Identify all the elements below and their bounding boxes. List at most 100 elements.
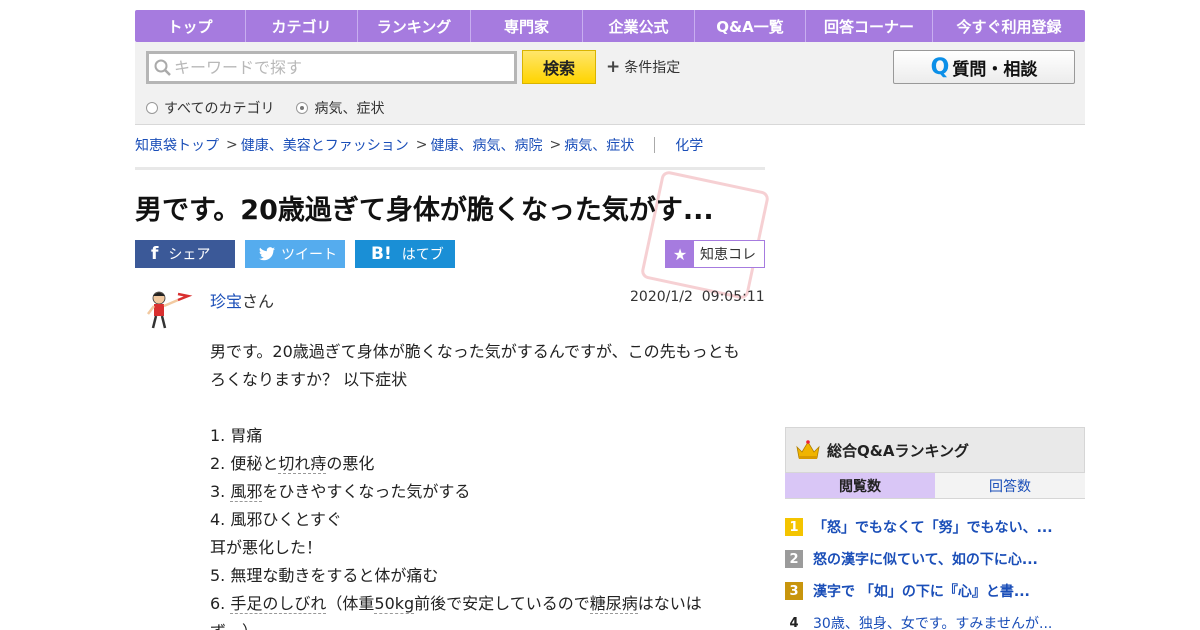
question-title: 男です。20歳過ぎて身体が脆くなった気がす... [135,195,714,226]
ranking-link[interactable]: 30歳、独身、女です。すみませんが... [813,613,1052,630]
body-line: 6. 手足のしびれ（体重50kg前後で安定しているので糖尿病はないは [210,590,755,618]
question-body: 男です。20歳過ぎて身体が脆くなった気がするんですが、この先もっとも ろくなりま… [210,338,755,630]
ranking-item: 2 怒の漢字に似ていて、如の下に心... [785,543,1085,575]
breadcrumb-separator: > [226,137,238,153]
body-text: 2. 便秘と [210,454,279,473]
breadcrumb-tag[interactable]: 化学 [675,135,703,155]
category-scope: すべてのカテゴリ 病気、症状 [146,98,406,118]
plus-icon: + [606,57,621,77]
nav-official[interactable]: 企業公式 [583,10,695,42]
condition-label: 条件指定 [624,60,681,76]
nav-experts[interactable]: 専門家 [471,10,583,42]
body-line: 男です。20歳過ぎて身体が脆くなった気がするんですが、この先もっとも [210,342,740,361]
tab-answers[interactable]: 回答数 [935,473,1085,498]
ask-question-label: 質問・相談 [952,59,1038,80]
question-author: 珍宝さん [210,288,274,312]
question-icon: Q [930,54,950,80]
search-box [146,51,517,84]
rank-badge: 1 [785,518,803,536]
search-button[interactable]: 検索 [522,50,596,84]
radio-label: 病気、症状 [314,101,385,117]
author-suffix: さん [242,292,275,311]
body-text: はないは [637,594,702,613]
search-area: 検索 + 条件指定 Q 質問・相談 すべてのカテゴリ 病気、症状 [135,42,1085,125]
body-text: 6. [210,594,231,613]
body-line: 耳が悪化した！ [210,538,323,557]
breadcrumb-divider [654,137,656,153]
ranking-title: 総合Q&Aランキング [827,441,969,460]
ranking-link[interactable]: 「怒」でもなくて「努」でもない、... [813,517,1053,537]
ranking-item: 1 「怒」でもなくて「努」でもない、... [785,511,1085,543]
ranking-list: 1 「怒」でもなくて「努」でもない、... 2 怒の漢字に似ていて、如の下に心.… [785,511,1085,630]
ask-question-button[interactable]: Q 質問・相談 [893,50,1075,84]
radio-current-category[interactable]: 病気、症状 [296,98,384,118]
body-text: をひきやすくなった気がする [262,482,471,501]
global-nav: トップ カテゴリ ランキング 専門家 企業公式 Q&A一覧 回答コーナー 今すぐ… [135,10,1085,42]
facebook-icon: f [151,244,159,264]
body-text: （体重 [326,594,375,613]
ranking-tabs: 閲覧数 回答数 [785,473,1085,499]
breadcrumb-separator: > [549,137,562,153]
ranking-item: 4 30歳、独身、女です。すみませんが... [785,607,1085,630]
breadcrumb-illness[interactable]: 病気、症状 [564,135,634,155]
tab-views[interactable]: 閲覧数 [785,473,935,498]
radio-icon [146,102,158,114]
author-link[interactable]: 珍宝 [210,292,242,311]
body-line: 4. 風邪ひくとすぐ [210,510,342,529]
search-icon [154,59,171,76]
facebook-share-label: シェア [168,247,211,263]
keyword-link[interactable]: 手足のしびれ [230,594,327,614]
breadcrumb: 知恵袋トップ > 健康、美容とファッション > 健康、病気、病院 > 病気、症状… [135,135,703,155]
ranking-link[interactable]: 怒の漢字に似ていて、如の下に心... [813,549,1038,569]
breadcrumb-top[interactable]: 知恵袋トップ [135,135,219,155]
ranking-item: 3 漢字で 「如」の下に『心』と書... [785,575,1085,607]
breadcrumb-health-hospital[interactable]: 健康、病気、病院 [430,135,542,155]
search-input[interactable] [174,58,494,77]
keyword-link[interactable]: 糖尿病 [589,594,638,614]
nav-top[interactable]: トップ [135,10,246,42]
nav-register[interactable]: 今すぐ利用登録 [933,10,1085,42]
body-line: 5. 無理な動きをすると体が痛む [210,566,439,585]
radio-selected-icon [296,102,309,114]
ranking-link[interactable]: 漢字で 「如」の下に『心』と書... [813,581,1030,601]
keyword-link[interactable]: 風邪 [230,482,263,502]
avatar [147,291,193,329]
radio-all-categories[interactable]: すべてのカテゴリ [146,98,274,118]
body-text: 3. [210,482,231,501]
title-divider [135,167,765,170]
keyword-link[interactable]: 切れ痔 [278,454,327,474]
nav-category[interactable]: カテゴリ [246,10,358,42]
body-text: の悪化 [326,454,375,473]
nav-ranking[interactable]: ランキング [358,10,471,42]
rank-badge: 3 [785,582,803,600]
hatena-label: はてブ [401,247,444,263]
body-blank-line [210,394,755,422]
crown-icon [796,440,820,459]
post-date: 2020/1/2 09:05:11 [630,289,765,305]
nav-qa-list[interactable]: Q&A一覧 [695,10,806,42]
body-line: 2. 便秘と切れ痔の悪化 [210,450,755,478]
facebook-share-button[interactable]: f シェア [135,240,235,268]
keyword-link[interactable]: 50kg [374,594,415,614]
twitter-share-label: ツイート [281,247,337,263]
twitter-share-button[interactable]: ツイート [245,240,345,268]
breadcrumb-separator: > [415,137,428,153]
twitter-icon [259,247,275,261]
breadcrumb-health-beauty[interactable]: 健康、美容とファッション [241,135,409,155]
body-text: 前後で安定しているので [414,594,590,613]
chie-collection-label: 知恵コレ [700,247,756,263]
condition-button[interactable]: + 条件指定 [606,57,680,77]
nav-answer-corner[interactable]: 回答コーナー [806,10,933,42]
radio-label: すべてのカテゴリ [164,101,275,117]
body-line: ろくなりますか？ 以下症状 [210,370,408,389]
star-icon: ★ [666,241,694,267]
ranking-header: 総合Q&Aランキング [785,427,1085,473]
body-line: 1. 胃痛 [210,426,263,445]
rank-badge: 2 [785,550,803,568]
body-line: 3. 風邪をひきやすくなった気がする [210,478,755,506]
body-line: ず…） [210,618,755,630]
hatena-icon: B! [371,244,392,264]
chie-collection-button[interactable]: ★ 知恵コレ [665,240,765,268]
rank-badge: 4 [789,615,799,630]
hatena-bookmark-button[interactable]: B! はてブ [355,240,455,268]
